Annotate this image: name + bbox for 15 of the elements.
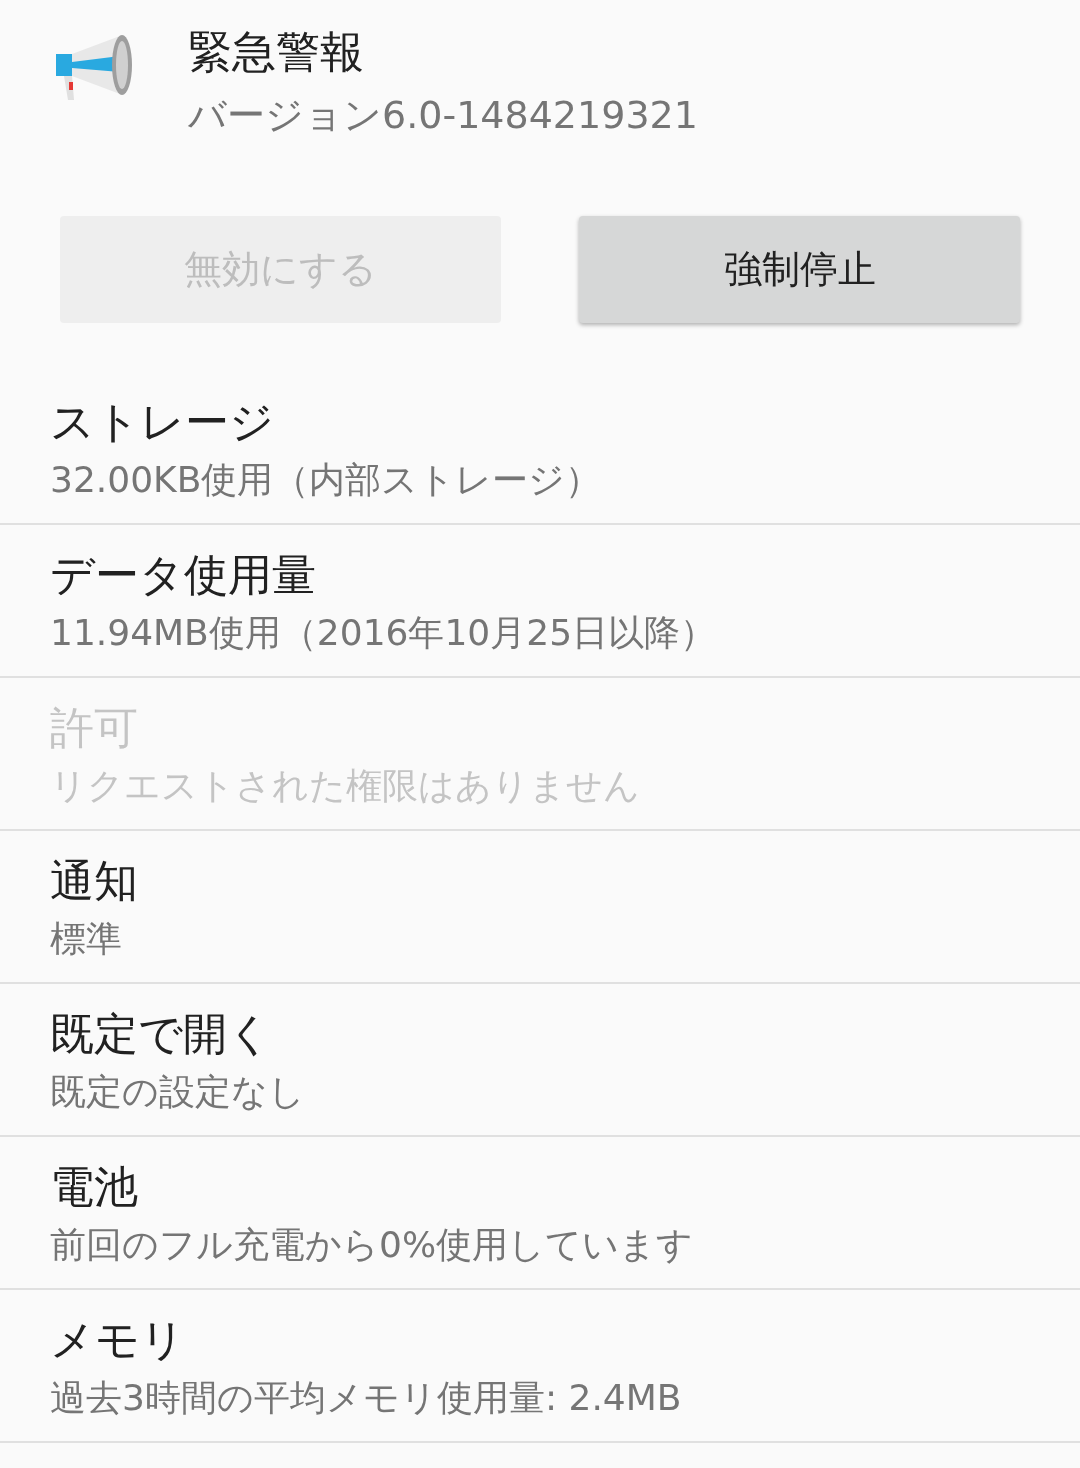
setting-summary: 標準 xyxy=(50,917,123,961)
setting-summary: 前回のフル充電から0%使用しています xyxy=(50,1223,695,1267)
setting-title[interactable]: データ使用量 xyxy=(50,549,1030,601)
app-version: バージョン6.0-1484219321 xyxy=(188,92,698,139)
setting-title[interactable]: 電池 xyxy=(50,1161,1030,1213)
setting-title[interactable]: 既定で開く xyxy=(50,1008,1030,1060)
setting-summary: 過去3時間の平均メモリ使用量: 2.4MB xyxy=(50,1376,683,1420)
force-stop-button[interactable]: 強制停止 xyxy=(579,216,1020,323)
setting-summary: 既定の設定なし xyxy=(50,1070,306,1114)
setting-summary: 32.00KB使用（内部ストレージ） xyxy=(50,458,603,502)
setting-title[interactable]: メモリ xyxy=(50,1314,1030,1366)
setting-summary: 11.94MB使用（2016年10月25日以降） xyxy=(50,611,718,655)
setting-title[interactable]: 通知 xyxy=(50,855,1030,907)
setting-title[interactable]: ストレージ xyxy=(50,396,1030,448)
app-title: 緊急警報 xyxy=(188,25,365,79)
